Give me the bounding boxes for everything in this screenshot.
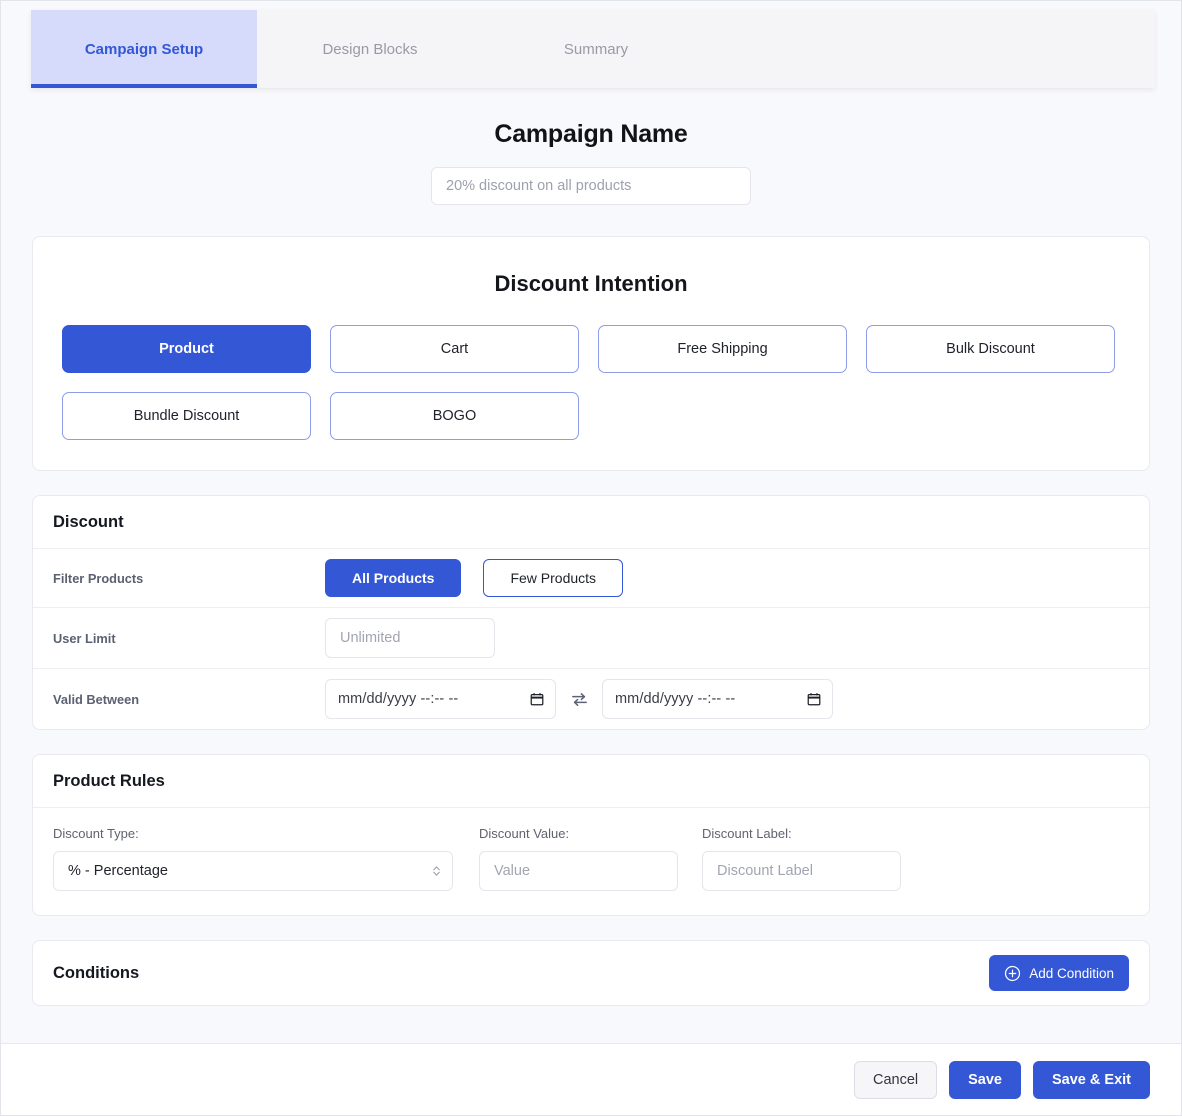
option-label: Cart — [440, 341, 469, 357]
valid-to-value: mm/dd/yyyy --:-- -- — [615, 691, 736, 707]
add-condition-button[interactable]: Add Condition — [989, 955, 1129, 991]
valid-to-datetime-input[interactable]: mm/dd/yyyy --:-- -- — [602, 679, 833, 719]
discount-value-input[interactable] — [479, 851, 678, 891]
calendar-icon[interactable] — [807, 692, 821, 706]
filter-products-field: All Products Few Products — [325, 559, 624, 597]
intention-option-bogo[interactable]: BOGO — [330, 392, 579, 440]
button-label: Save — [968, 1071, 1002, 1088]
conditions-header: Conditions Add Condition — [33, 941, 1149, 1005]
add-condition-label: Add Condition — [1029, 965, 1114, 981]
button-label: Few Products — [510, 570, 597, 586]
valid-between-field: mm/dd/yyyy --:-- -- mm/dd/yyyy --:-- -- — [325, 679, 833, 719]
user-limit-label: User Limit — [53, 630, 116, 646]
discount-value-label: Discount Value: — [479, 826, 570, 841]
valid-from-datetime-input[interactable]: mm/dd/yyyy --:-- -- — [325, 679, 556, 719]
conditions-title: Conditions — [53, 963, 140, 982]
campaign-setup-panel: Campaign Name Discount Intention Product… — [1, 88, 1181, 1043]
valid-from-value: mm/dd/yyyy --:-- -- — [338, 691, 459, 707]
discount-value-group: Discount Value: — [479, 826, 678, 891]
tab-bar: Campaign Setup Design Blocks Summary — [31, 10, 1155, 88]
campaign-editor-window: Campaign Setup Design Blocks Summary Cam… — [0, 0, 1182, 1116]
discount-card: Discount Filter Products All Products Fe… — [32, 495, 1150, 730]
plus-circle-icon — [1005, 965, 1021, 981]
tab-label: Summary — [563, 40, 629, 58]
campaign-name-section: Campaign Name — [1, 88, 1181, 205]
option-label: Bulk Discount — [946, 341, 1035, 357]
intention-option-bundle-discount[interactable]: Bundle Discount — [62, 392, 311, 440]
intention-option-free-shipping[interactable]: Free Shipping — [598, 325, 847, 373]
tab-campaign-setup[interactable]: Campaign Setup — [31, 10, 257, 88]
cancel-button[interactable]: Cancel — [853, 1060, 938, 1099]
discount-label-group: Discount Label: — [702, 826, 901, 891]
filter-products-row: Filter Products All Products Few Product… — [33, 549, 1149, 608]
button-label: Save & Exit — [1052, 1071, 1131, 1088]
footer-actions: Cancel Save Save & Exit — [1, 1043, 1181, 1115]
option-label: Product — [159, 341, 214, 357]
product-rules-card: Product Rules Discount Type: % - Percent… — [32, 754, 1150, 916]
filter-few-products-button[interactable]: Few Products — [483, 559, 624, 597]
valid-between-label: Valid Between — [53, 691, 140, 707]
filter-products-label: Filter Products — [53, 570, 144, 586]
page-title: Campaign Name — [494, 120, 688, 148]
tab-label: Campaign Setup — [84, 40, 204, 58]
valid-between-row: Valid Between mm/dd/yyyy --:-- -- mm/dd/… — [33, 669, 1149, 729]
discount-label-input[interactable] — [702, 851, 901, 891]
discount-type-label: Discount Type: — [53, 826, 139, 841]
button-label: All Products — [352, 570, 435, 586]
discount-label-label: Discount Label: — [702, 826, 792, 841]
campaign-name-input[interactable] — [431, 167, 751, 205]
intention-option-bulk-discount[interactable]: Bulk Discount — [866, 325, 1115, 373]
discount-type-select-wrap: % - Percentage — [53, 851, 453, 891]
user-limit-input[interactable] — [325, 618, 495, 658]
discount-intention-card: Discount Intention Product Cart Free Shi… — [32, 236, 1150, 471]
option-label: BOGO — [432, 408, 477, 424]
intention-option-product[interactable]: Product — [62, 325, 311, 373]
calendar-icon[interactable] — [530, 692, 544, 706]
product-rules-body: Discount Type: % - Percentage Discount V… — [33, 808, 1149, 915]
option-label: Free Shipping — [677, 341, 768, 357]
tab-design-blocks[interactable]: Design Blocks — [257, 10, 483, 88]
button-label: Cancel — [872, 1071, 919, 1088]
swap-dates-icon[interactable] — [556, 690, 602, 709]
save-and-exit-button[interactable]: Save & Exit — [1033, 1060, 1150, 1099]
discount-type-value: % - Percentage — [68, 863, 168, 879]
filter-all-products-button[interactable]: All Products — [325, 559, 462, 597]
option-label: Bundle Discount — [133, 408, 240, 424]
discount-card-title: Discount — [33, 496, 1149, 549]
intention-option-cart[interactable]: Cart — [330, 325, 579, 373]
user-limit-row: User Limit — [33, 608, 1149, 669]
discount-intention-options: Product Cart Free Shipping Bulk Discount… — [62, 325, 1120, 440]
product-rules-title: Product Rules — [33, 755, 1149, 808]
conditions-card: Conditions Add Condition — [32, 940, 1150, 1006]
discount-intention-title: Discount Intention — [494, 271, 688, 296]
discount-type-group: Discount Type: % - Percentage — [53, 826, 453, 891]
tab-summary[interactable]: Summary — [483, 10, 709, 88]
tab-label: Design Blocks — [322, 40, 418, 58]
user-limit-field — [325, 618, 495, 658]
save-button[interactable]: Save — [949, 1060, 1021, 1099]
discount-type-select[interactable]: % - Percentage — [53, 851, 453, 891]
